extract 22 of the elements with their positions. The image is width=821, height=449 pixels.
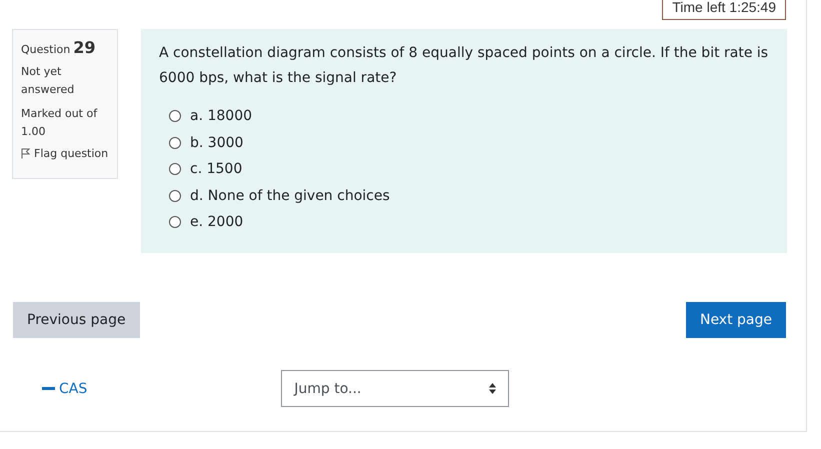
question-number: 29 (73, 38, 96, 57)
radio-button[interactable] (169, 190, 181, 202)
status-text: Not yet answered (21, 64, 76, 98)
answer-option[interactable]: b. 3000 (169, 130, 769, 156)
radio-button[interactable] (169, 163, 181, 176)
answer-option[interactable]: d. None of the given choices (169, 182, 769, 209)
jump-to-dropdown[interactable]: Jump to... (281, 370, 510, 407)
radio-button[interactable] (169, 216, 181, 228)
previous-page-button[interactable]: Previous page (13, 302, 140, 338)
radio-button[interactable] (169, 110, 181, 122)
answer-option[interactable]: e. 2000 (169, 209, 769, 236)
question-text: A constellation diagram consists of 8 equally spaced points on a circle. If the bit rate is 6000 bps, what is the signal rate? (159, 44, 769, 88)
flag-question-link[interactable]: Flag question (21, 147, 109, 160)
radio-button[interactable] (169, 136, 181, 149)
answer-option[interactable]: a. 18000 (169, 103, 769, 130)
next-page-button[interactable]: Next page (686, 302, 786, 338)
answer-option[interactable]: c. 1500 (169, 156, 769, 182)
timer-label: Time left 1:25:49 (662, 0, 786, 20)
back-link[interactable]: CAS (42, 380, 88, 396)
question-label: Question (21, 43, 70, 56)
updown-caret-icon (489, 383, 496, 394)
marks-text: Marked out of 1.00 (21, 106, 98, 140)
